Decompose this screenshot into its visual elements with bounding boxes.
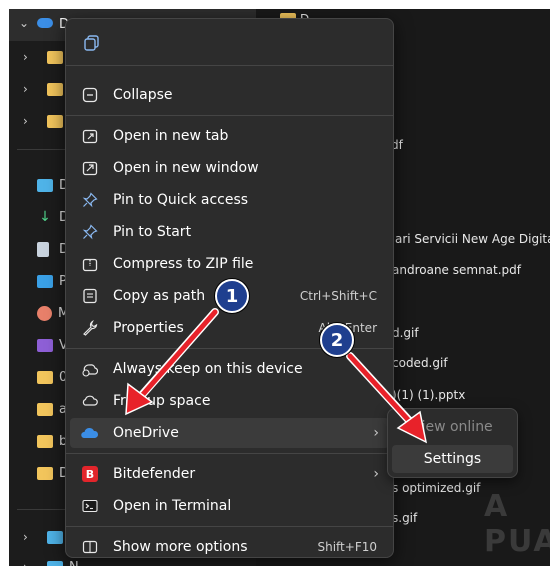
annotation-overlay <box>125 308 428 444</box>
annotation-badge-2: 2 <box>320 323 354 357</box>
annotation-badge-1: 1 <box>215 279 249 313</box>
annotation-arrow-2 <box>346 352 428 444</box>
annotation-arrow-1 <box>125 308 219 416</box>
